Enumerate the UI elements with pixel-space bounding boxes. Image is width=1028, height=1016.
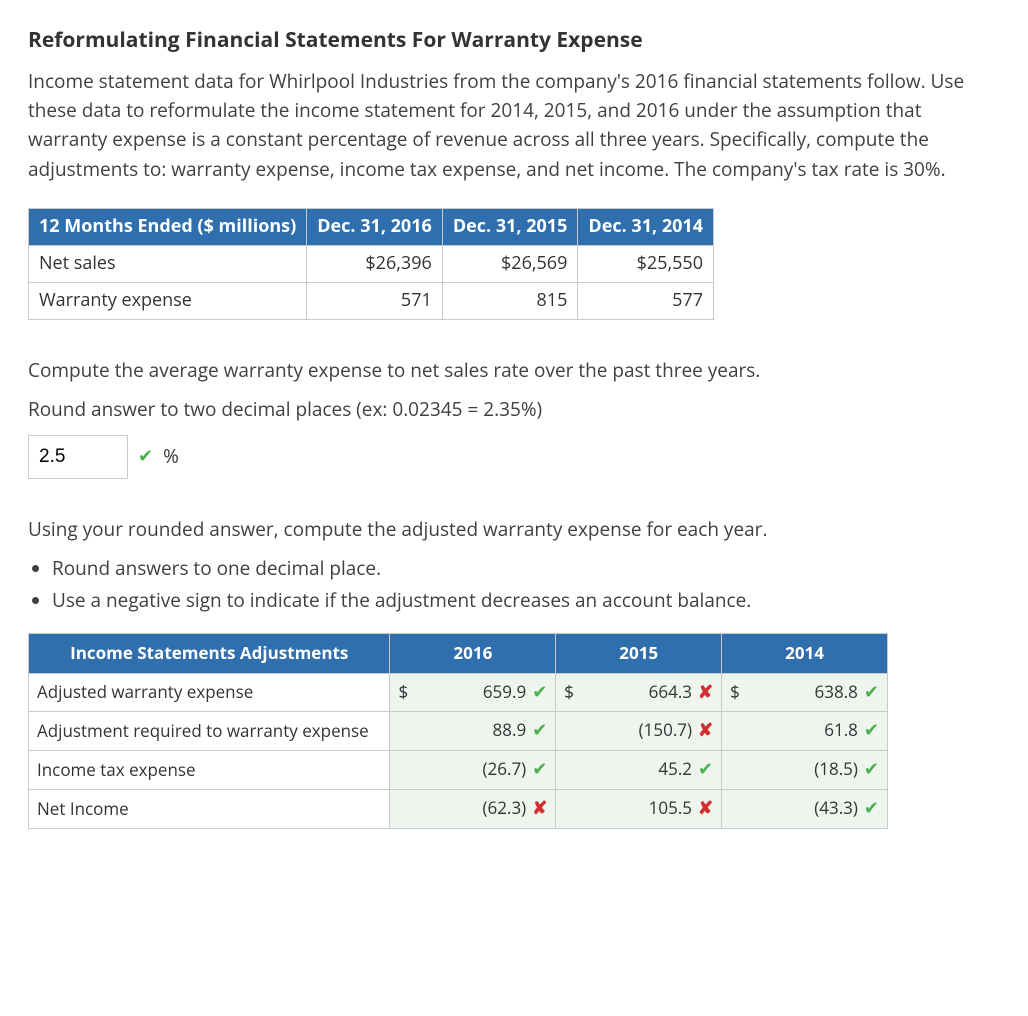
value-cell[interactable]: 105.5 ✘ (556, 790, 722, 829)
cell-value: 61.8 (824, 718, 858, 741)
value-cell[interactable]: $638.8 ✔ (722, 673, 888, 712)
check-icon: ✔ (864, 679, 879, 707)
cell-value: (26.7) (483, 757, 527, 780)
value-cell[interactable]: (26.7)✔ (390, 751, 556, 790)
cell-value: 659.9 (483, 680, 526, 703)
check-icon: ✔ (864, 717, 879, 745)
value-cell[interactable]: 88.9✔ (390, 712, 556, 751)
table-row: Warranty expense 571 815 577 (29, 283, 714, 320)
value-cell[interactable]: $659.9 ✔ (390, 673, 556, 712)
cell-value: (43.3) (814, 796, 858, 819)
table-header-row: Income Statements Adjustments 2016 2015 … (29, 634, 888, 673)
list-item: Use a negative sign to indicate if the a… (52, 586, 1000, 615)
check-icon: ✔ (532, 717, 547, 745)
cell-value: 638.8 (815, 680, 858, 703)
value-cell[interactable]: (43.3) ✔ (722, 790, 888, 829)
table-header-row: 12 Months Ended ($ millions) Dec. 31, 20… (29, 209, 714, 246)
question-1-hint: Round answer to two decimal places (ex: … (28, 395, 1000, 424)
col-header-2016: Dec. 31, 2016 (307, 209, 443, 246)
col-header-2014: Dec. 31, 2014 (578, 209, 714, 246)
cell-value: (62.3) (483, 796, 527, 819)
cell-value: 815 (442, 283, 578, 320)
row-label: Warranty expense (29, 283, 307, 320)
currency-symbol: $ (564, 679, 574, 705)
currency-symbol: $ (398, 679, 408, 705)
cell-value: 45.2 (658, 757, 692, 780)
cross-icon: ✘ (532, 795, 547, 823)
check-icon: ✔ (864, 756, 879, 784)
check-icon: ✔ (698, 756, 713, 784)
row-label: Income tax expense (29, 751, 390, 790)
table-row: Income tax expense(26.7)✔45.2✔(18.5)✔ (29, 751, 888, 790)
col-header-2015: 2015 (556, 634, 722, 673)
list-item: Round answers to one decimal place. (52, 554, 1000, 583)
cell-value: 105.5 (649, 796, 692, 819)
col-header-2016: 2016 (390, 634, 556, 673)
value-cell[interactable]: 45.2 ✔ (556, 751, 722, 790)
table-row: Adjustment required to warranty expense8… (29, 712, 888, 751)
problem-intro: Income statement data for Whirlpool Indu… (28, 67, 1000, 185)
page-title: Reformulating Financial Statements For W… (28, 24, 1000, 57)
value-cell[interactable]: (150.7) ✘ (556, 712, 722, 751)
check-icon: ✔ (532, 756, 547, 784)
cell-value: 571 (307, 283, 443, 320)
adjustments-table: Income Statements Adjustments 2016 2015 … (28, 633, 888, 829)
cell-value: (150.7) (639, 718, 692, 741)
average-rate-input[interactable] (28, 435, 128, 479)
instruction-list: Round answers to one decimal place. Use … (52, 554, 1000, 615)
check-icon: ✔ (532, 679, 547, 707)
value-cell[interactable]: (18.5) ✔ (722, 751, 888, 790)
row-label: Net Income (29, 790, 390, 829)
table-row: Net Income(62.3)✘105.5✘(43.3)✔ (29, 790, 888, 829)
row-label: Adjusted warranty expense (29, 673, 390, 712)
col-header-label: 12 Months Ended ($ millions) (29, 209, 307, 246)
col-header-label: Income Statements Adjustments (29, 634, 390, 673)
check-icon: ✔ (864, 795, 879, 823)
cell-value: 664.3 (649, 680, 692, 703)
table-row: Net sales $26,396 $26,569 $25,550 (29, 246, 714, 283)
percent-label: % (163, 442, 179, 471)
value-cell[interactable]: (62.3)✘ (390, 790, 556, 829)
value-cell[interactable]: $664.3 ✘ (556, 673, 722, 712)
cell-value: $26,569 (442, 246, 578, 283)
check-icon: ✔ (138, 443, 153, 471)
row-label: Net sales (29, 246, 307, 283)
cell-value: (18.5) (814, 757, 858, 780)
cross-icon: ✘ (698, 795, 713, 823)
question-1: Compute the average warranty expense to … (28, 356, 1000, 385)
cell-value: 88.9 (493, 718, 527, 741)
value-cell[interactable]: 61.8 ✔ (722, 712, 888, 751)
currency-symbol: $ (730, 679, 740, 705)
given-data-table: 12 Months Ended ($ millions) Dec. 31, 20… (28, 208, 714, 320)
cross-icon: ✘ (698, 679, 713, 707)
col-header-2014: 2014 (722, 634, 888, 673)
table-row: Adjusted warranty expense$659.9✔$664.3✘$… (29, 673, 888, 712)
cell-value: 577 (578, 283, 714, 320)
cross-icon: ✘ (698, 717, 713, 745)
cell-value: $26,396 (307, 246, 443, 283)
row-label: Adjustment required to warranty expense (29, 712, 390, 751)
col-header-2015: Dec. 31, 2015 (442, 209, 578, 246)
question-2: Using your rounded answer, compute the a… (28, 515, 1000, 544)
cell-value: $25,550 (578, 246, 714, 283)
